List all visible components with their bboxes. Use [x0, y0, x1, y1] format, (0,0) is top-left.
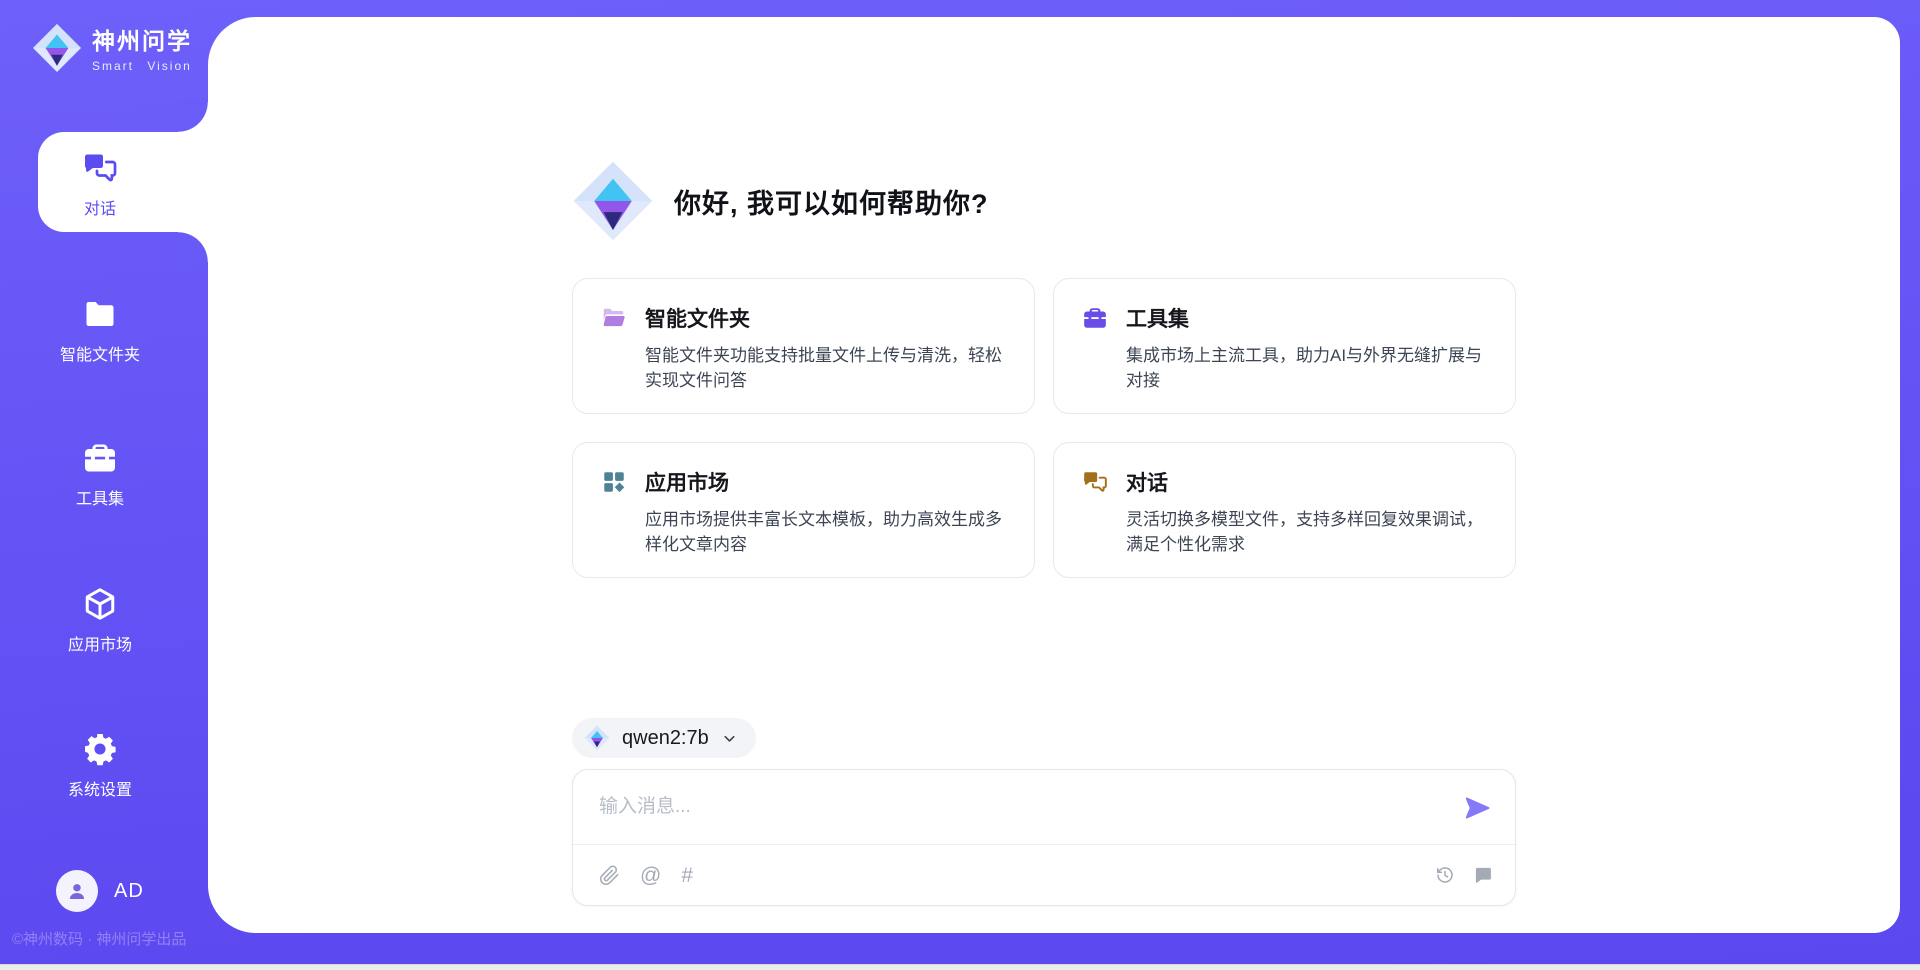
brand: 神州问学 Smart Vision: [32, 22, 192, 73]
sidebar-item-settings[interactable]: 系统设置: [30, 731, 170, 800]
card-head: 应用市场: [601, 467, 1006, 497]
paperclip-icon: [599, 865, 620, 886]
model-diamond-icon: [584, 725, 610, 751]
card-app-market[interactable]: 应用市场 应用市场提供丰富长文本模板，助力高效生成多样化文章内容: [572, 442, 1035, 578]
toolbox-icon: [82, 440, 118, 476]
message-input[interactable]: [599, 784, 1435, 830]
composer-toolbar-right: [1435, 865, 1493, 885]
greeting-text: 你好, 我可以如何帮助你?: [674, 182, 989, 221]
card-description: 集成市场上主流工具，助力AI与外界无缝扩展与对接: [1126, 343, 1487, 393]
card-title: 智能文件夹: [645, 303, 750, 333]
brand-logo-diamond-icon: [32, 23, 82, 73]
user-label: AD: [114, 880, 144, 903]
chat-bubble-icon: [1473, 865, 1493, 885]
sidebar-item-toolset[interactable]: 工具集: [30, 440, 170, 509]
toolbox-icon: [1082, 305, 1108, 331]
new-chat-button[interactable]: [1473, 865, 1493, 885]
model-name: qwen2:7b: [622, 727, 709, 750]
send-button[interactable]: [1463, 794, 1493, 824]
card-head: 对话: [1082, 467, 1487, 497]
copyright-text: ©神州数码 · 神州问学出品: [12, 928, 186, 949]
card-head: 工具集: [1082, 303, 1487, 333]
app-window: 神州问学 Smart Vision 对话 智能文件夹 工具集 应用市场 系统设置…: [0, 0, 1920, 970]
sidebar-item-label: 工具集: [76, 485, 124, 509]
card-title: 工具集: [1126, 303, 1189, 333]
card-head: 智能文件夹: [601, 303, 1006, 333]
grid-icon: [601, 469, 627, 495]
card-description: 智能文件夹功能支持批量文件上传与清洗，轻松实现文件问答: [645, 343, 1006, 393]
feature-cards: 智能文件夹 智能文件夹功能支持批量文件上传与清洗，轻松实现文件问答 工具集 集成…: [572, 278, 1516, 578]
card-smart-folder[interactable]: 智能文件夹 智能文件夹功能支持批量文件上传与清洗，轻松实现文件问答: [572, 278, 1035, 414]
greeting: 你好, 我可以如何帮助你?: [572, 160, 989, 242]
history-icon: [1435, 865, 1455, 885]
composer-toolbar: @ #: [599, 845, 1493, 905]
cube-icon: [82, 586, 118, 622]
send-icon: [1464, 794, 1492, 822]
user-account[interactable]: AD: [56, 870, 144, 912]
history-button[interactable]: [1435, 865, 1455, 885]
gear-icon: [82, 731, 118, 767]
sidebar-item-app-market[interactable]: 应用市场: [30, 586, 170, 655]
card-chat[interactable]: 对话 灵活切换多模型文件，支持多样回复效果调试，满足个性化需求: [1053, 442, 1516, 578]
sidebar-item-label: 智能文件夹: [60, 341, 140, 365]
window-bottom-edge: [0, 964, 1920, 970]
brand-subtitle: Smart Vision: [92, 59, 192, 73]
chevron-down-icon: [721, 730, 738, 747]
sidebar-item-smart-folder[interactable]: 智能文件夹: [30, 296, 170, 365]
sidebar-item-chat[interactable]: 对话: [30, 150, 170, 219]
chat-icon: [1082, 469, 1108, 495]
mention-button[interactable]: @: [640, 865, 661, 886]
sidebar-item-label: 系统设置: [68, 776, 132, 800]
folder-open-icon: [601, 305, 627, 331]
card-description: 应用市场提供丰富长文本模板，助力高效生成多样化文章内容: [645, 507, 1006, 557]
chat-icon: [82, 150, 118, 186]
card-title: 对话: [1126, 467, 1168, 497]
message-composer: @ #: [572, 769, 1516, 906]
folder-icon: [82, 296, 118, 332]
card-title: 应用市场: [645, 467, 729, 497]
brand-name: 神州问学: [92, 22, 192, 56]
card-toolset[interactable]: 工具集 集成市场上主流工具，助力AI与外界无缝扩展与对接: [1053, 278, 1516, 414]
sidebar-item-label: 应用市场: [68, 631, 132, 655]
sidebar-item-label: 对话: [84, 195, 116, 219]
brand-text: 神州问学 Smart Vision: [92, 22, 192, 73]
attach-file-button[interactable]: [599, 865, 620, 886]
person-icon: [65, 879, 89, 903]
card-description: 灵活切换多模型文件，支持多样回复效果调试，满足个性化需求: [1126, 507, 1487, 557]
greeting-logo-diamond-icon: [572, 160, 654, 242]
topic-button[interactable]: #: [681, 865, 693, 886]
avatar: [56, 870, 98, 912]
model-selector[interactable]: qwen2:7b: [572, 718, 756, 758]
